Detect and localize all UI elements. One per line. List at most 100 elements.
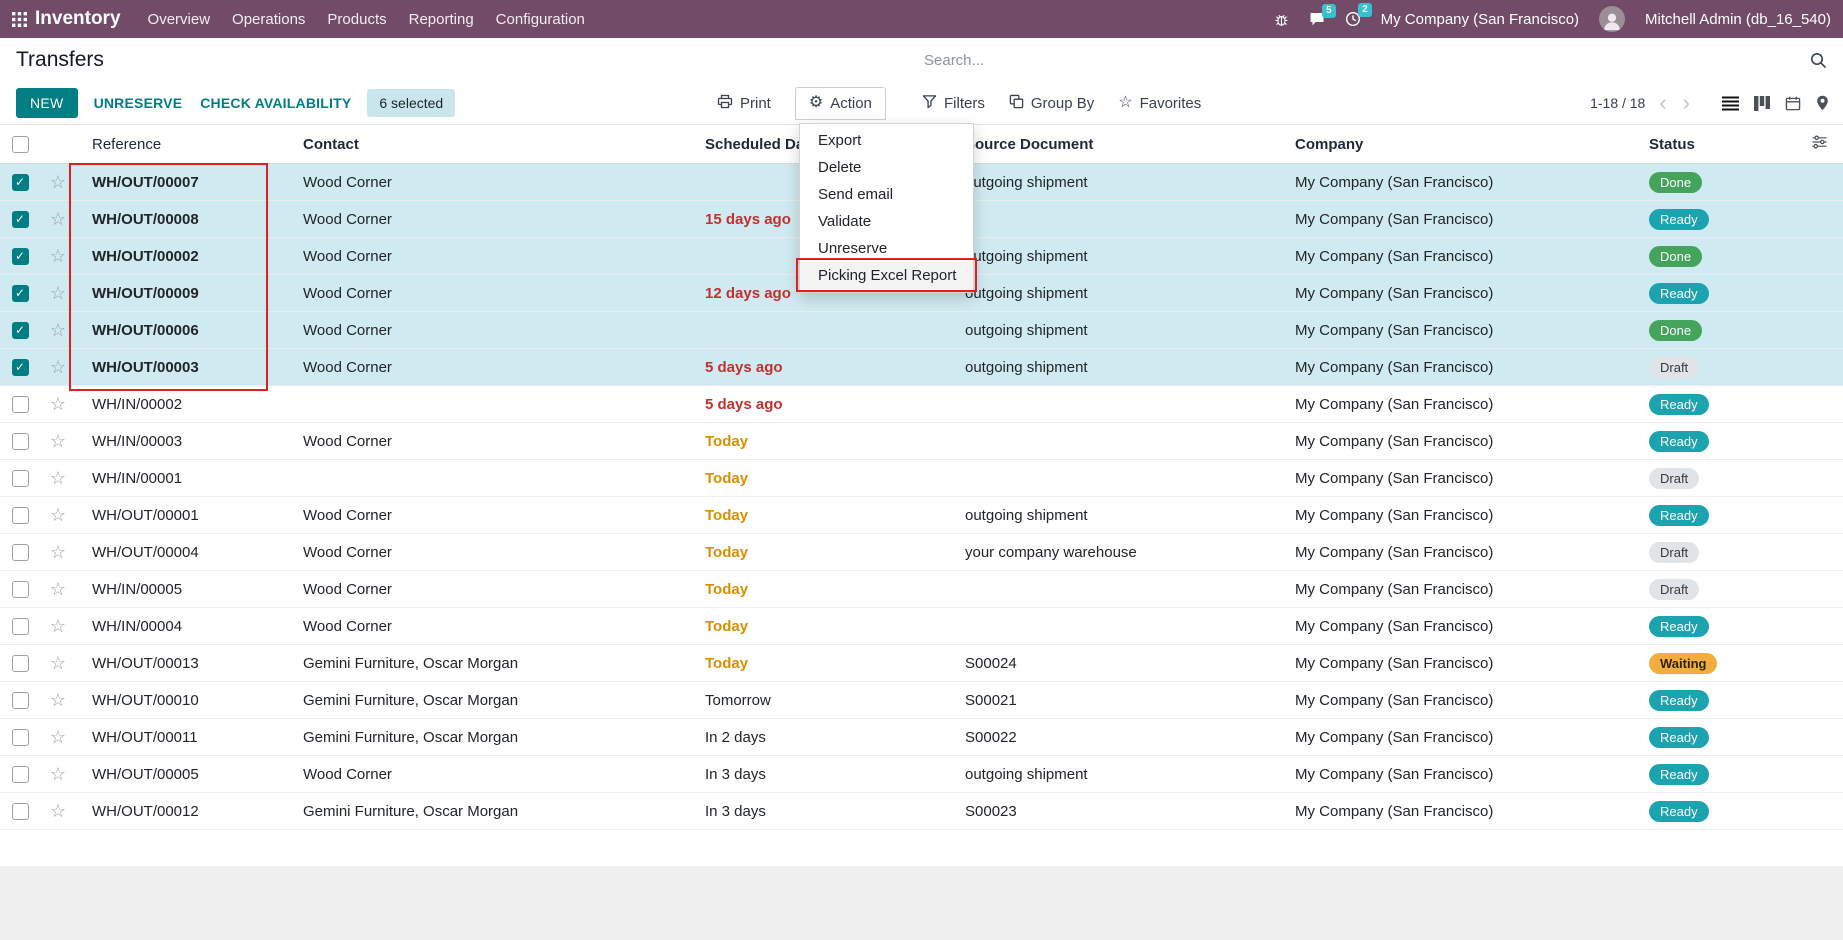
row-checkbox[interactable]: [12, 581, 29, 598]
favorite-star-icon[interactable]: ☆: [50, 654, 66, 672]
favorite-star-icon[interactable]: ☆: [50, 543, 66, 561]
debug-icon[interactable]: [1274, 12, 1289, 27]
scheduled-date-cell: Tomorrow: [701, 692, 961, 709]
print-button[interactable]: Print: [715, 88, 773, 119]
favorite-star-icon[interactable]: ☆: [50, 210, 66, 228]
nav-item-overview[interactable]: Overview: [137, 1, 222, 38]
table-row[interactable]: ☆ WH/OUT/00013 Gemini Furniture, Oscar M…: [0, 645, 1843, 682]
contact-cell: Gemini Furniture, Oscar Morgan: [291, 803, 701, 820]
column-settings-icon[interactable]: [1812, 135, 1827, 153]
company-cell: My Company (San Francisco): [1291, 248, 1641, 265]
company-switcher[interactable]: My Company (San Francisco): [1381, 11, 1579, 28]
table-row[interactable]: ✓ ☆ WH/OUT/00003 Wood Corner 5 days ago …: [0, 349, 1843, 386]
group-by-button[interactable]: Group By: [1007, 88, 1096, 119]
table-row[interactable]: ☆ WH/OUT/00012 Gemini Furniture, Oscar M…: [0, 793, 1843, 830]
favorite-star-icon[interactable]: ☆: [50, 691, 66, 709]
kanban-view-icon[interactable]: [1754, 96, 1770, 111]
favorite-star-icon[interactable]: ☆: [50, 469, 66, 487]
map-view-icon[interactable]: [1816, 95, 1829, 111]
table-row[interactable]: ☆ WH/IN/00003 Wood Corner Today My Compa…: [0, 423, 1843, 460]
table-row[interactable]: ☆ WH/IN/00001 Today My Company (San Fran…: [0, 460, 1843, 497]
nav-item-reporting[interactable]: Reporting: [398, 1, 485, 38]
filters-button[interactable]: Filters: [920, 88, 987, 119]
table-row[interactable]: ☆ WH/OUT/00004 Wood Corner Today your co…: [0, 534, 1843, 571]
column-header-reference[interactable]: Reference: [76, 136, 291, 153]
unreserve-button[interactable]: UNRESERVE: [92, 89, 185, 117]
action-menu-item[interactable]: Send email: [800, 181, 973, 208]
action-menu-item[interactable]: Delete: [800, 154, 973, 181]
row-checkbox[interactable]: [12, 507, 29, 524]
row-checkbox[interactable]: [12, 470, 29, 487]
favorite-star-icon[interactable]: ☆: [50, 321, 66, 339]
column-header-source-document[interactable]: Source Document: [961, 136, 1291, 153]
pager-next-icon[interactable]: ›: [1681, 92, 1692, 114]
table-row[interactable]: ☆ WH/OUT/00010 Gemini Furniture, Oscar M…: [0, 682, 1843, 719]
action-menu-item[interactable]: Picking Excel Report: [800, 262, 973, 289]
avatar[interactable]: [1599, 6, 1625, 32]
search-bar[interactable]: [922, 51, 1827, 70]
row-checkbox[interactable]: [12, 729, 29, 746]
nav-item-configuration[interactable]: Configuration: [485, 1, 596, 38]
table-row[interactable]: ☆ WH/IN/00004 Wood Corner Today My Compa…: [0, 608, 1843, 645]
favorite-star-icon[interactable]: ☆: [50, 580, 66, 598]
action-menu-item[interactable]: Unreserve: [800, 235, 973, 262]
search-input[interactable]: [922, 51, 1800, 70]
row-checkbox[interactable]: ✓: [12, 359, 29, 376]
table-row[interactable]: ☆ WH/OUT/00005 Wood Corner In 3 days out…: [0, 756, 1843, 793]
row-checkbox[interactable]: ✓: [12, 248, 29, 265]
table-row[interactable]: ☆ WH/IN/00002 5 days ago My Company (San…: [0, 386, 1843, 423]
table-row[interactable]: ☆ WH/OUT/00001 Wood Corner Today outgoin…: [0, 497, 1843, 534]
action-button[interactable]: ⚙ Action: [795, 87, 886, 120]
list-view-icon[interactable]: [1722, 96, 1739, 111]
action-menu-item[interactable]: Export: [800, 127, 973, 154]
favorite-star-icon[interactable]: ☆: [50, 802, 66, 820]
company-cell: My Company (San Francisco): [1291, 433, 1641, 450]
row-checkbox[interactable]: [12, 692, 29, 709]
favorite-star-icon[interactable]: ☆: [50, 728, 66, 746]
table-row[interactable]: ☆ WH/IN/00005 Wood Corner Today My Compa…: [0, 571, 1843, 608]
row-checkbox[interactable]: ✓: [12, 322, 29, 339]
column-header-status[interactable]: Status: [1641, 136, 1791, 153]
row-checkbox[interactable]: [12, 544, 29, 561]
table-row[interactable]: ☆ WH/OUT/00011 Gemini Furniture, Oscar M…: [0, 719, 1843, 756]
row-checkbox[interactable]: ✓: [12, 174, 29, 191]
favorite-star-icon[interactable]: ☆: [50, 432, 66, 450]
row-checkbox[interactable]: [12, 618, 29, 635]
row-checkbox[interactable]: [12, 433, 29, 450]
app-name[interactable]: Inventory: [35, 8, 121, 30]
calendar-view-icon[interactable]: [1785, 96, 1801, 111]
apps-menu-icon[interactable]: [12, 12, 27, 27]
favorite-star-icon[interactable]: ☆: [50, 284, 66, 302]
new-button[interactable]: NEW: [16, 88, 78, 118]
nav-item-operations[interactable]: Operations: [221, 1, 316, 38]
row-checkbox[interactable]: [12, 803, 29, 820]
user-menu[interactable]: Mitchell Admin (db_16_540): [1645, 11, 1831, 28]
favorite-star-icon[interactable]: ☆: [50, 506, 66, 524]
messages-icon[interactable]: 5: [1309, 12, 1325, 27]
search-icon[interactable]: [1810, 52, 1827, 69]
reference-cell: WH/OUT/00011: [76, 729, 291, 746]
table-row[interactable]: ✓ ☆ WH/OUT/00006 Wood Corner outgoing sh…: [0, 312, 1843, 349]
favorite-star-icon[interactable]: ☆: [50, 765, 66, 783]
favorites-button[interactable]: ☆ Favorites: [1116, 89, 1203, 118]
row-checkbox[interactable]: [12, 655, 29, 672]
nav-item-products[interactable]: Products: [316, 1, 397, 38]
row-checkbox[interactable]: ✓: [12, 285, 29, 302]
action-menu-item[interactable]: Validate: [800, 208, 973, 235]
favorite-star-icon[interactable]: ☆: [50, 173, 66, 191]
row-checkbox[interactable]: [12, 396, 29, 413]
reference-cell: WH/OUT/00004: [76, 544, 291, 561]
activities-icon[interactable]: 2: [1345, 11, 1361, 27]
column-header-company[interactable]: Company: [1291, 136, 1641, 153]
row-checkbox[interactable]: ✓: [12, 211, 29, 228]
scheduled-date-cell: In 2 days: [701, 729, 961, 746]
column-header-contact[interactable]: Contact: [291, 136, 701, 153]
favorite-star-icon[interactable]: ☆: [50, 358, 66, 376]
favorite-star-icon[interactable]: ☆: [50, 247, 66, 265]
favorite-star-icon[interactable]: ☆: [50, 395, 66, 413]
favorite-star-icon[interactable]: ☆: [50, 617, 66, 635]
pager-prev-icon[interactable]: ‹: [1657, 92, 1668, 114]
check-availability-button[interactable]: CHECK AVAILABILITY: [198, 89, 353, 117]
select-all-checkbox[interactable]: [12, 136, 29, 153]
row-checkbox[interactable]: [12, 766, 29, 783]
